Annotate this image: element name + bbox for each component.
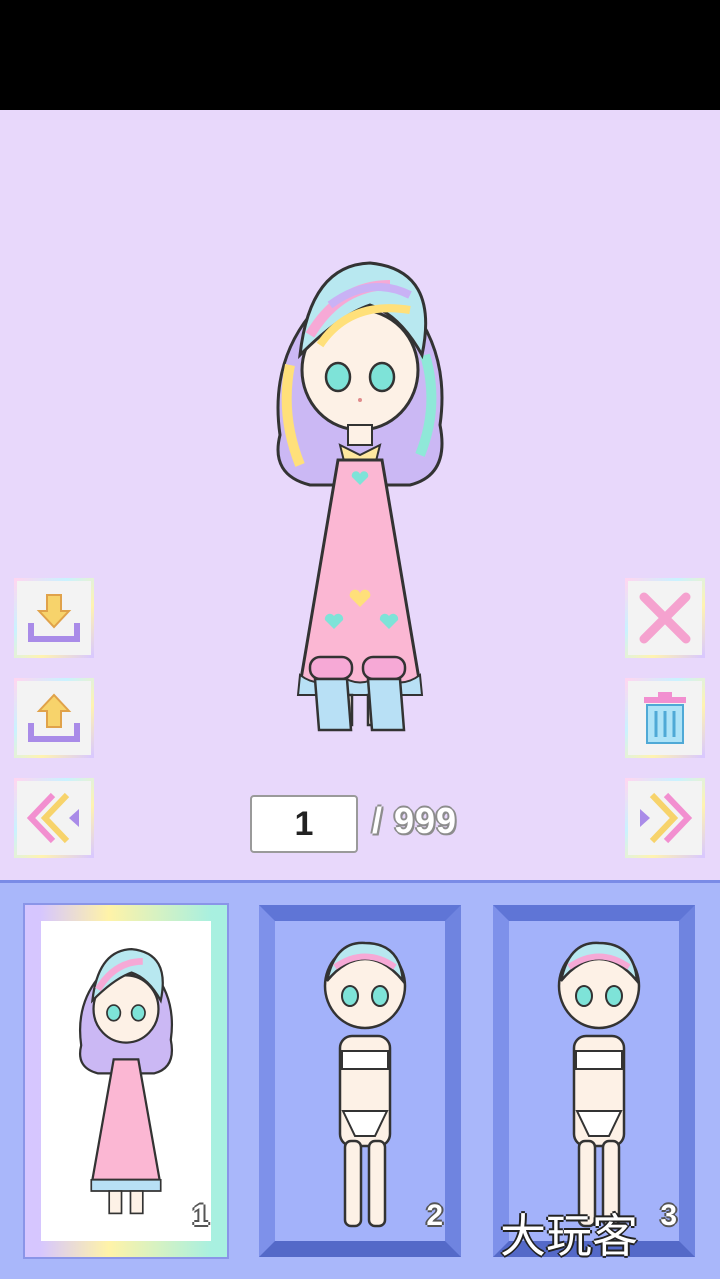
dressing-stage — [0, 110, 720, 880]
clear-button[interactable] — [625, 578, 705, 658]
watermark: 大玩客 — [500, 1209, 638, 1263]
download-icon — [28, 594, 80, 642]
close-icon — [639, 592, 691, 644]
slot-number: 3 — [660, 1199, 677, 1232]
double-chevron-right-icon — [640, 792, 693, 844]
double-chevron-left-icon — [26, 792, 79, 844]
load-button[interactable] — [14, 678, 94, 758]
slot-3-character — [557, 941, 641, 1228]
slot-1[interactable]: 1 — [23, 903, 229, 1259]
upload-icon — [28, 693, 80, 742]
slot-number: 2 — [426, 1199, 443, 1232]
previous-button[interactable] — [14, 778, 94, 858]
slot-number: 1 — [192, 1199, 209, 1232]
slot-2-character — [323, 941, 407, 1228]
trash-icon — [644, 692, 686, 744]
character-boots — [308, 655, 407, 732]
top-black-bar — [0, 0, 720, 110]
slot-1-character — [78, 947, 174, 1215]
page-total-label: / 999 — [372, 800, 458, 841]
next-button[interactable] — [625, 778, 705, 858]
save-button[interactable] — [14, 578, 94, 658]
page-number-field[interactable]: 1 — [250, 795, 358, 853]
slot-2[interactable]: 2 — [259, 905, 461, 1257]
delete-button[interactable] — [625, 678, 705, 758]
